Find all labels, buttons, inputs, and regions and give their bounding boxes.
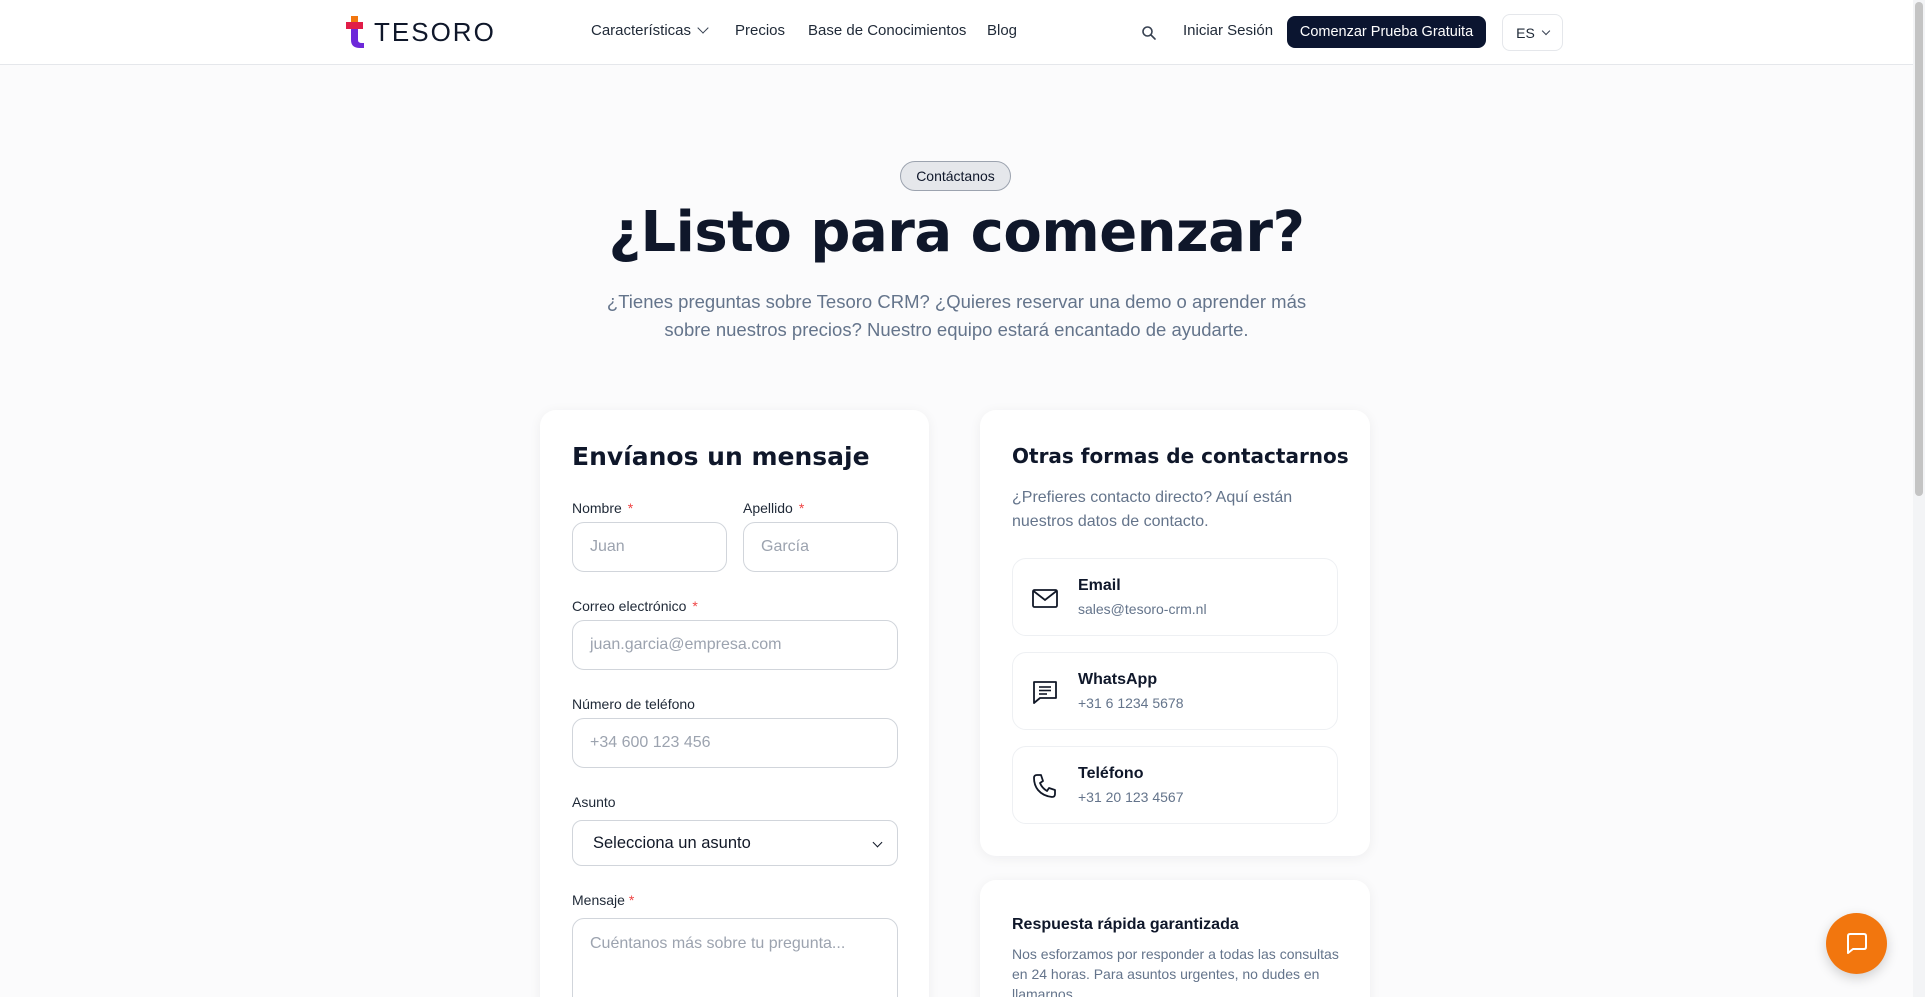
fast-response-text: Nos esforzamos por responder a todas las… [1012, 946, 1339, 997]
phone-label: Número de teléfono [572, 696, 695, 712]
contact-email-value: sales@tesoro-crm.nl [1078, 601, 1207, 617]
subject-label: Asunto [572, 794, 616, 810]
email-field[interactable]: juan.garcia@empresa.com [572, 620, 898, 670]
subject-select[interactable]: Selecciona un asunto [572, 820, 898, 866]
first-name-input[interactable]: Juan [572, 522, 727, 572]
chevron-down-icon [1541, 26, 1551, 35]
chat-button[interactable] [1826, 913, 1887, 974]
contact-title: Otras formas de contactarnos [1012, 444, 1349, 468]
chevron-down-icon [697, 22, 709, 34]
scrollbar-thumb[interactable] [1915, 2, 1923, 496]
email-label: Correo electrónico * [572, 598, 698, 614]
fast-response-title: Respuesta rápida garantizada [1012, 916, 1239, 933]
contact-whatsapp-value: +31 6 1234 5678 [1078, 695, 1184, 711]
contact-phone-value: +31 20 123 4567 [1078, 789, 1184, 805]
login-link[interactable]: Iniciar Sesión [1183, 22, 1273, 39]
nav-features[interactable]: Características [591, 22, 709, 39]
nav-features-label: Características [591, 22, 692, 39]
first-name-label: Nombre * [572, 500, 634, 516]
language-selector[interactable]: ES [1502, 14, 1563, 51]
contact-email[interactable]: Email sales@tesoro-crm.nl [1012, 558, 1338, 636]
contact-phone[interactable]: Teléfono +31 20 123 4567 [1012, 746, 1338, 824]
chevron-down-icon [872, 837, 883, 848]
logo-text: TESORO [374, 16, 496, 47]
subject-selected-value: Selecciona un asunto [593, 833, 751, 852]
last-name-input[interactable]: García [743, 522, 898, 572]
page-scrollbar[interactable] [1913, 0, 1925, 997]
language-label: ES [1516, 24, 1535, 41]
chat-icon [1846, 932, 1867, 954]
contact-email-title: Email [1078, 577, 1121, 594]
contact-whatsapp-title: WhatsApp [1078, 671, 1158, 688]
page-subtitle: ¿Tienes preguntas sobre Tesoro CRM? ¿Qui… [606, 291, 1307, 340]
form-title: Envíanos un mensaje [572, 442, 870, 471]
message-label: Mensaje * [572, 892, 635, 908]
phone-field[interactable]: +34 600 123 456 [572, 718, 898, 768]
fast-response-card: Respuesta rápida garantizada Nos esforza… [980, 880, 1370, 997]
contact-form-card: Envíanos un mensaje Nombre * Juan Apellid… [540, 410, 929, 997]
start-trial-button[interactable]: Comenzar Prueba Gratuita [1287, 16, 1486, 48]
site-header: TESORO Características Precios Base de C… [0, 0, 1913, 65]
mail-icon [1032, 589, 1058, 608]
message-textarea[interactable]: Cuéntanos más sobre tu pregunta... [572, 918, 898, 997]
contact-phone-title: Teléfono [1078, 765, 1144, 782]
contact-whatsapp[interactable]: WhatsApp +31 6 1234 5678 [1012, 652, 1338, 730]
last-name-label: Apellido * [743, 500, 805, 516]
nav-blog[interactable]: Blog [987, 22, 1017, 39]
message-icon [1033, 681, 1057, 704]
contact-info-card: Otras formas de contactarnos ¿Prefieres … [980, 410, 1370, 856]
tesoro-logo[interactable]: TESORO [346, 16, 496, 48]
contact-subtitle: ¿Prefieres contacto directo? Aquí están … [1012, 489, 1293, 530]
search-icon[interactable] [1141, 25, 1157, 41]
phone-icon [1033, 774, 1056, 798]
nav-pricing[interactable]: Precios [735, 22, 785, 39]
nav-knowledge-base[interactable]: Base de Conocimientos [808, 22, 966, 39]
logo-mark-icon [346, 16, 364, 48]
page-title: ¿Listo para comenzar? [608, 200, 1305, 265]
contact-badge: Contáctanos [900, 161, 1011, 191]
